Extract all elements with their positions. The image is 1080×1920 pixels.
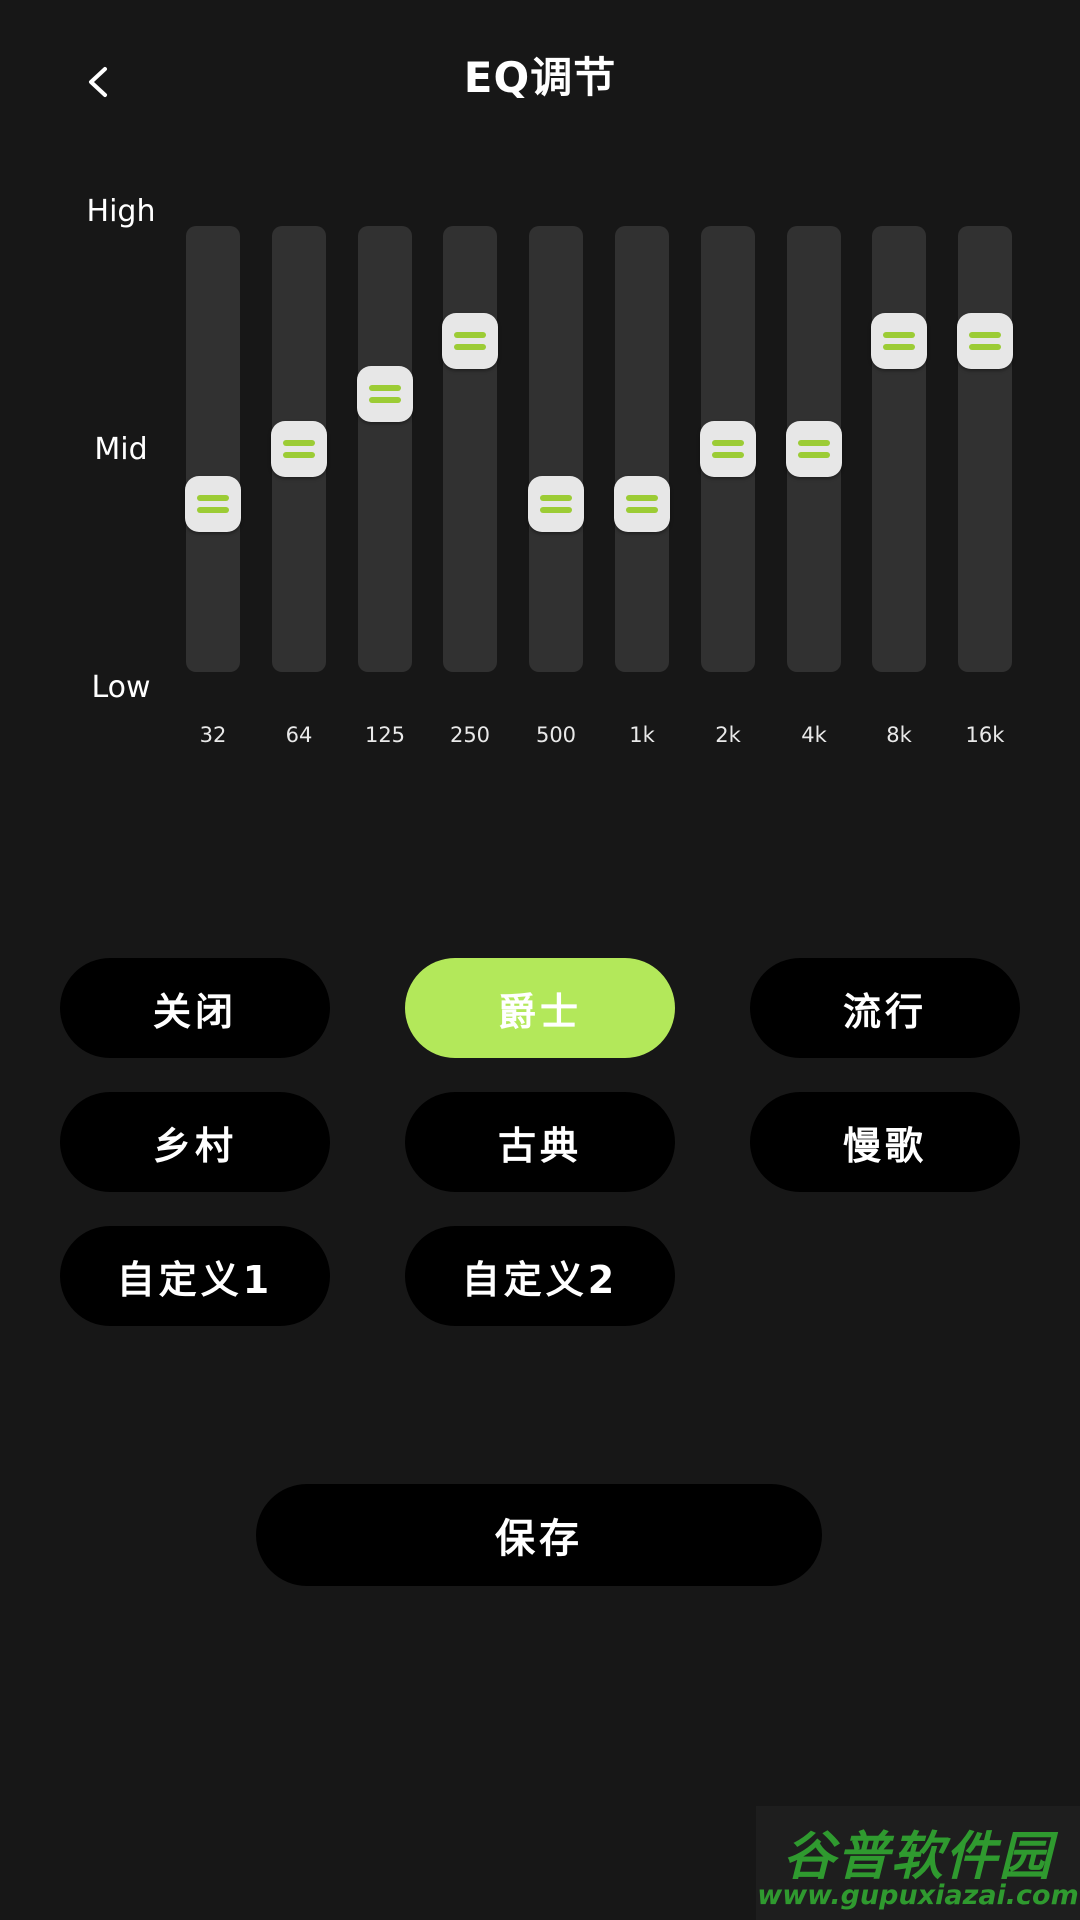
watermark-url: www.gupuxiazai.com bbox=[757, 1880, 1079, 1911]
frequency-label: 8k bbox=[886, 723, 912, 747]
knob-grip-line bbox=[969, 344, 1001, 350]
frequency-label: 250 bbox=[449, 723, 491, 747]
save-button[interactable]: 保存 bbox=[256, 1484, 822, 1586]
watermark: 谷普软件园 www.gupuxiazai.com bbox=[756, 1806, 1080, 1920]
frequency-label: 32 bbox=[199, 723, 227, 747]
frequency-label: 64 bbox=[285, 723, 313, 747]
frequency-label: 4k bbox=[801, 723, 827, 747]
watermark-logo: 谷普软件园 bbox=[782, 1827, 1053, 1887]
eq-slider-track[interactable] bbox=[185, 226, 241, 672]
knob-grip-line bbox=[883, 344, 915, 350]
preset-button[interactable]: 流行 bbox=[750, 958, 1020, 1058]
knob-grip-line bbox=[283, 452, 315, 458]
knob-grip-line bbox=[454, 344, 486, 350]
eq-slider-track[interactable] bbox=[957, 226, 1013, 672]
equalizer: High Mid Low 32 64 125 250 500 1k 2k 4k 8k 16k bbox=[0, 0, 1080, 780]
preset-button[interactable]: 自定义1 bbox=[60, 1226, 330, 1326]
eq-slider-track[interactable] bbox=[786, 226, 842, 672]
level-label-low: Low bbox=[91, 670, 151, 705]
knob-grip-line bbox=[197, 507, 229, 513]
knob-grip-line bbox=[798, 452, 830, 458]
knob-grip-line bbox=[540, 495, 572, 501]
knob-grip-line bbox=[369, 397, 401, 403]
eq-slider-knob[interactable] bbox=[957, 313, 1013, 369]
preset-button[interactable]: 自定义2 bbox=[405, 1226, 675, 1326]
eq-slider-track[interactable] bbox=[271, 226, 327, 672]
knob-grip-line bbox=[712, 440, 744, 446]
eq-slider-knob[interactable] bbox=[271, 421, 327, 477]
preset-button[interactable]: 关闭 bbox=[60, 958, 330, 1058]
eq-slider-track[interactable] bbox=[357, 226, 413, 672]
frequency-label: 500 bbox=[535, 723, 577, 747]
frequency-label: 16k bbox=[965, 723, 1005, 747]
frequency-label: 125 bbox=[364, 723, 406, 747]
eq-slider-knob[interactable] bbox=[442, 313, 498, 369]
knob-grip-line bbox=[197, 495, 229, 501]
eq-slider-knob[interactable] bbox=[614, 476, 670, 532]
level-label-high: High bbox=[86, 194, 156, 229]
frequency-label: 1k bbox=[629, 723, 655, 747]
eq-settings-screen: EQ调节 High Mid Low 32 64 125 250 500 1k 2k 4k 8k 1… bbox=[0, 0, 1080, 1920]
preset-button[interactable]: 古典 bbox=[405, 1092, 675, 1192]
eq-slider-knob[interactable] bbox=[786, 421, 842, 477]
eq-slider-track[interactable] bbox=[614, 226, 670, 672]
knob-grip-line bbox=[626, 507, 658, 513]
knob-grip-line bbox=[283, 440, 315, 446]
knob-grip-line bbox=[540, 507, 572, 513]
frequency-label: 2k bbox=[715, 723, 741, 747]
eq-slider-track[interactable] bbox=[871, 226, 927, 672]
knob-grip-line bbox=[712, 452, 744, 458]
eq-slider-track[interactable] bbox=[442, 226, 498, 672]
knob-grip-line bbox=[883, 332, 915, 338]
preset-button[interactable]: 爵士 bbox=[405, 958, 675, 1058]
eq-slider-knob[interactable] bbox=[528, 476, 584, 532]
eq-slider-track[interactable] bbox=[528, 226, 584, 672]
knob-grip-line bbox=[454, 332, 486, 338]
knob-grip-line bbox=[369, 385, 401, 391]
knob-grip-line bbox=[626, 495, 658, 501]
knob-grip-line bbox=[798, 440, 830, 446]
level-label-mid: Mid bbox=[94, 432, 148, 467]
eq-slider-knob[interactable] bbox=[871, 313, 927, 369]
preset-button[interactable]: 慢歌 bbox=[750, 1092, 1020, 1192]
eq-slider-knob[interactable] bbox=[185, 476, 241, 532]
knob-grip-line bbox=[969, 332, 1001, 338]
eq-slider-track[interactable] bbox=[700, 226, 756, 672]
eq-slider-knob[interactable] bbox=[700, 421, 756, 477]
preset-button[interactable]: 乡村 bbox=[60, 1092, 330, 1192]
eq-slider-knob[interactable] bbox=[357, 366, 413, 422]
